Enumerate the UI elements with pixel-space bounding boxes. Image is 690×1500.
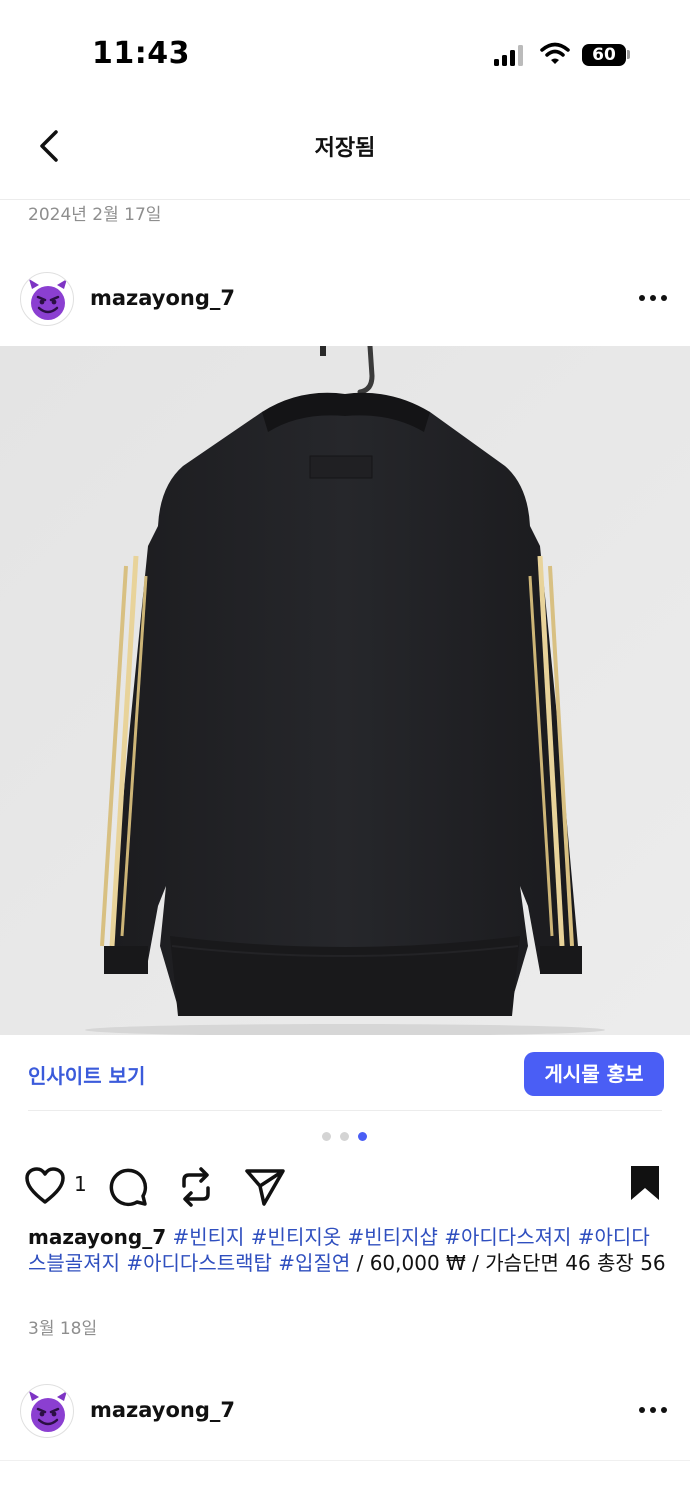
comment-icon[interactable] [107,1166,149,1208]
avatar[interactable] [20,272,74,326]
hashtag[interactable]: #빈티지 [172,1225,244,1249]
carousel-dot [340,1132,349,1141]
like-count[interactable]: 1 [74,1172,87,1196]
divider [28,1110,662,1111]
track-jacket-image [0,346,690,1035]
battery-tip [627,50,630,59]
saved-date-header: 2024년 2월 17일 [28,205,162,225]
repost-icon[interactable] [176,1166,216,1208]
battery-indicator: 60 [582,44,626,66]
post-date: 3월 18일 [28,1319,98,1339]
post-caption: mazayong_7 #빈티지 #빈티지옷 #빈티지샵 #아디다스져지 #아디다… [28,1224,668,1276]
status-time: 11:43 [92,36,190,71]
nav-header: 저장됨 [0,110,690,200]
caption-username[interactable]: mazayong_7 [28,1225,166,1249]
hashtag[interactable]: #빈티지샵 [348,1225,438,1249]
hashtag[interactable]: #입질연 [278,1251,350,1275]
more-horizontal-icon[interactable] [636,286,670,310]
post-username[interactable]: mazayong_7 [90,1398,235,1422]
post-username[interactable]: mazayong_7 [90,286,235,310]
post-actions: 1 [0,1162,690,1210]
status-bar: 11:43 60 [0,0,690,110]
promote-button[interactable]: 게시물 홍보 [524,1052,664,1096]
caption-text: / 60,000 ₩ / 가슴단면 46 총장 56 [350,1251,666,1275]
post-photo[interactable] [0,346,690,1035]
purple-devil-emoji-icon [29,1391,67,1432]
carousel-dot-active [358,1132,367,1141]
divider [0,1460,690,1461]
insight-link[interactable]: 인사이트 보기 [28,1060,145,1089]
hashtag[interactable]: #빈티지옷 [251,1225,341,1249]
hashtag[interactable]: #아디다스져지 [444,1225,571,1249]
cellular-signal-icon [494,45,523,66]
more-horizontal-icon[interactable] [636,1398,670,1422]
send-icon[interactable] [244,1166,286,1208]
heart-outline-icon[interactable] [24,1166,66,1206]
bookmark-filled-icon[interactable] [628,1164,662,1202]
hashtag[interactable]: #아디다스트랙탑 [126,1251,272,1275]
next-post-header: mazayong_7 [0,1380,690,1446]
carousel-dot [322,1132,331,1141]
purple-devil-emoji-icon [29,279,67,320]
avatar[interactable] [20,1384,74,1438]
post-header: mazayong_7 [0,268,690,334]
page-title: 저장됨 [314,136,376,161]
wifi-icon [540,42,570,64]
